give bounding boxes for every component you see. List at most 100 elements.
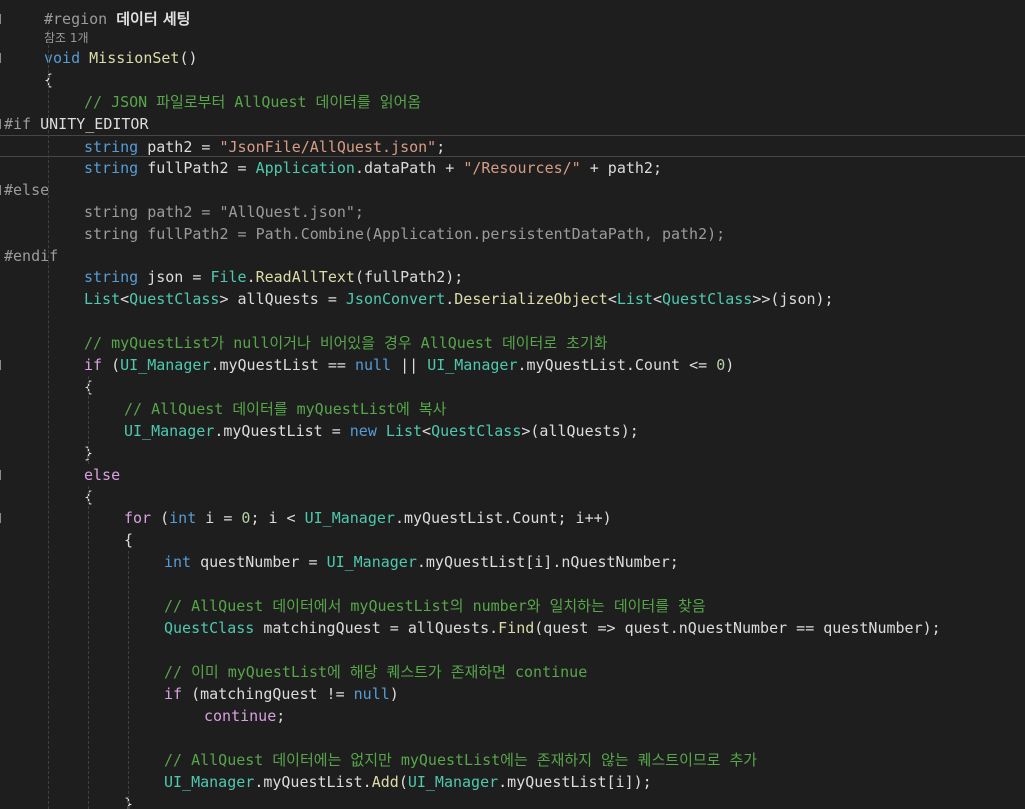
code-token: .myQuestList = [214, 422, 350, 440]
code-token: "JsonFile/AllQuest.json" [219, 138, 437, 156]
indent-guide [88, 486, 89, 809]
fold-marker-icon[interactable] [0, 119, 5, 129]
code-token: UI_Manager [407, 773, 499, 791]
code-comment: // AllQuest 데이터에는 없지만 myQuestList에는 존재하지… [164, 751, 758, 769]
indent-guide [88, 376, 89, 464]
code-token: >>(json); [752, 290, 834, 308]
code-line: // AllQuest 데이터에서 myQuestList의 number와 일… [0, 595, 1025, 617]
code-token: || [391, 356, 428, 374]
code-token: . [445, 290, 455, 308]
fold-marker-icon[interactable] [0, 185, 5, 195]
code-token: ReadAllText [255, 268, 355, 286]
code-token: ( [151, 509, 170, 527]
fold-marker-icon[interactable] [0, 513, 5, 523]
code-token: string [84, 159, 148, 177]
code-token: QuestClass [129, 290, 220, 308]
code-token: DeserializeObject [454, 290, 608, 308]
code-token: #endif [4, 247, 59, 265]
code-token: . [246, 268, 256, 286]
indent-guide [128, 551, 129, 809]
code-line: UI_Manager.myQuestList = new List<QuestC… [0, 420, 1025, 442]
code-token: QuestClass [431, 422, 522, 440]
code-comment: // 이미 myQuestList에 해당 퀘스트가 존재하면 continue [164, 663, 588, 681]
code-line: #region 데이터 세팅 [0, 8, 1025, 30]
code-token: fullPath2 = [147, 159, 256, 177]
code-line: { [0, 69, 1025, 91]
codelens-reference-count[interactable]: 참조 1개 [0, 30, 1025, 46]
code-token: UI_Manager [304, 509, 395, 527]
fold-marker-icon[interactable] [0, 14, 5, 24]
code-editor[interactable]: #region 데이터 세팅 참조 1개 void MissionSet(){// … [0, 0, 1025, 809]
code-token: #if [4, 115, 41, 133]
code-token: QuestClass [662, 290, 753, 308]
current-code-line: string path2 = "JsonFile/AllQuest.json"; [0, 135, 1025, 157]
code-token: QuestClass [164, 619, 255, 637]
code-token: List [616, 290, 653, 308]
code-token: "/Resources/" [463, 159, 581, 177]
code-line: // AllQuest 데이터를 myQuestList에 복사 [0, 398, 1025, 420]
code-token: .myQuestList.Count <= [517, 356, 717, 374]
code-token: List [84, 290, 121, 308]
code-token: + path2; [580, 159, 662, 177]
code-token: 0 [716, 356, 726, 374]
code-line: #else [0, 179, 1025, 201]
code-token: () [179, 49, 198, 67]
code-line: // myQuestList가 null이거나 비어있을 경우 AllQuest… [0, 332, 1025, 354]
code-line: #endif [0, 245, 1025, 267]
code-line: // 이미 myQuestList에 해당 퀘스트가 존재하면 continue [0, 661, 1025, 683]
code-token: < [120, 290, 130, 308]
code-line: string fullPath2 = Application.dataPath … [0, 157, 1025, 179]
code-token: .myQuestList == [210, 356, 355, 374]
code-token: UI_Manager [124, 422, 215, 440]
code-token: UI_Manager [164, 773, 255, 791]
code-token: .myQuestList. [254, 773, 372, 791]
code-token: null [353, 685, 390, 703]
code-token: ( [398, 773, 408, 791]
code-line: { [0, 486, 1025, 508]
code-token: #region [44, 10, 117, 28]
code-token: UI_Manager [427, 356, 518, 374]
code-line: } [0, 442, 1025, 464]
code-token: ( [102, 356, 121, 374]
code-token: json = [147, 268, 211, 286]
code-token: i = [205, 509, 242, 527]
code-token: matchingQuest = allQuests. [254, 619, 499, 637]
code-token: questNumber = [200, 553, 327, 571]
code-line: #if UNITY_EDITOR [0, 113, 1025, 135]
code-token: string [84, 268, 148, 286]
code-token: ; [436, 138, 446, 156]
code-token: null [354, 356, 392, 374]
code-line: List<QuestClass> allQuests = JsonConvert… [0, 288, 1025, 310]
fold-marker-icon[interactable] [0, 470, 5, 480]
code-token: < [422, 422, 432, 440]
code-token: else [84, 466, 121, 484]
code-token: .dataPath + [354, 159, 464, 177]
code-token: > allQuests = [219, 290, 346, 308]
code-token: string path2 = "AllQuest.json"; [84, 203, 364, 221]
code-token: MissionSet [89, 49, 180, 67]
code-comment: // AllQuest 데이터를 myQuestList에 복사 [124, 400, 447, 418]
code-comment: // myQuestList가 null이거나 비어있을 경우 AllQuest… [84, 334, 608, 352]
code-line: { [0, 376, 1025, 398]
code-line: { [0, 529, 1025, 551]
code-line: // JSON 파일로부터 AllQuest 데이터를 읽어옴 [0, 91, 1025, 113]
code-token: File [210, 268, 247, 286]
code-token: int [164, 553, 201, 571]
code-token: continue [204, 707, 277, 725]
code-token: #else [4, 181, 50, 199]
code-token: < [607, 290, 617, 308]
code-token: ) [389, 685, 399, 703]
code-comment: // AllQuest 데이터에서 myQuestList의 number와 일… [164, 597, 706, 615]
code-token: string [84, 138, 148, 156]
fold-marker-icon[interactable] [0, 360, 5, 370]
code-line: if (UI_Manager.myQuestList == null || UI… [0, 354, 1025, 376]
code-token: 데이터 세팅 [116, 10, 191, 28]
code-line: void MissionSet() [0, 47, 1025, 69]
fold-marker-icon[interactable] [0, 53, 5, 63]
code-token: UI_Manager [326, 553, 417, 571]
code-token: { [124, 531, 134, 549]
code-token: UNITY_EDITOR [40, 115, 149, 133]
